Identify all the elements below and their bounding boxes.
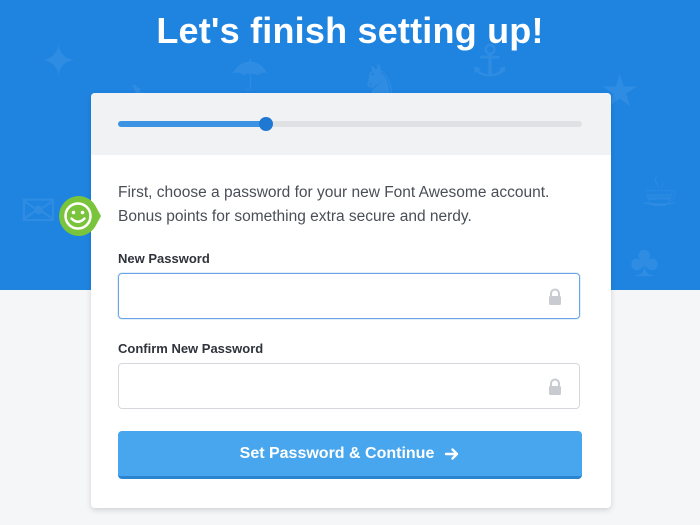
lock-icon <box>549 378 561 395</box>
confirm-password-field <box>118 363 580 409</box>
confirm-password-input[interactable] <box>119 364 579 408</box>
progress-section <box>91 93 611 155</box>
smiley-badge-icon <box>59 196 101 236</box>
progress-fill <box>118 121 267 127</box>
lock-icon <box>549 288 561 305</box>
setup-card: First, choose a password for your new Fo… <box>59 93 611 508</box>
intro-line: Bonus points for something extra secure … <box>118 208 472 225</box>
arrow-right-icon <box>445 447 459 460</box>
set-password-button-label: Set Password & Continue <box>239 444 435 462</box>
doodle-icon: ♣ <box>630 237 659 286</box>
intro-line: First, choose a password for your new Fo… <box>118 184 550 201</box>
new-password-label: New Password <box>118 251 210 266</box>
set-password-button[interactable]: Set Password & Continue <box>118 431 582 479</box>
progress-bar <box>118 117 582 131</box>
intro-text: First, choose a password for your new Fo… <box>118 181 588 229</box>
doodle-icon: ✉ <box>20 187 57 236</box>
progress-knob <box>259 117 274 131</box>
new-password-field <box>118 273 580 319</box>
confirm-password-label: Confirm New Password <box>118 341 264 356</box>
new-password-input[interactable] <box>119 274 579 318</box>
doodle-icon: ☕ <box>640 167 680 216</box>
page-title: Let's finish setting up! <box>156 10 544 51</box>
